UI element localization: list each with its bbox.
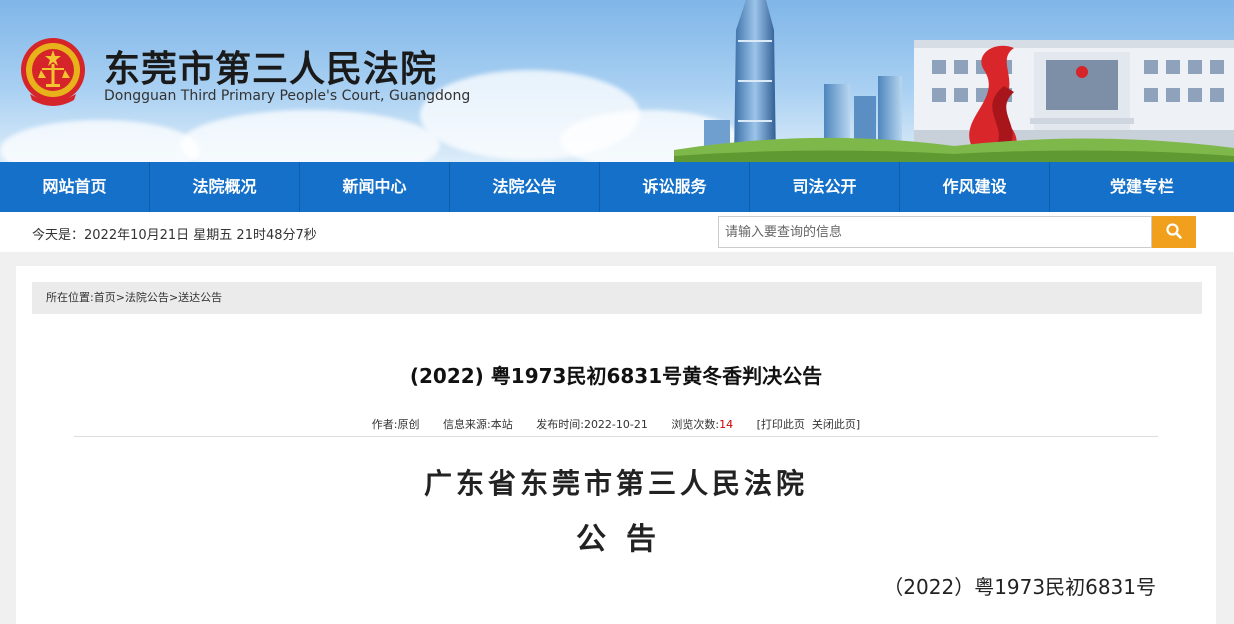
city-skyline-illustration [674, 0, 1234, 162]
meta-views: 浏览次数:14 [671, 418, 733, 431]
close-page-link[interactable]: 关闭此页] [812, 418, 860, 431]
site-title: 东莞市第三人民法院 [104, 48, 438, 90]
cloud-decoration [180, 110, 440, 162]
print-page-link[interactable]: [打印此页 [757, 418, 805, 431]
nav-item-conduct[interactable]: 作风建设 [900, 162, 1050, 212]
meta-source: 信息来源:本站 [443, 418, 513, 431]
nav-item-home[interactable]: 网站首页 [0, 162, 150, 212]
nav-item-news[interactable]: 新闻中心 [300, 162, 450, 212]
article-meta: 作者:原创 信息来源:本站 发布时间:2022-10-21 浏览次数:14 [打… [16, 416, 1216, 432]
notice-heading: 公告 [576, 522, 676, 557]
breadcrumb-separator: > [115, 291, 125, 304]
meta-views-count: 14 [719, 418, 734, 431]
meta-views-label: 浏览次数: [671, 418, 720, 431]
breadcrumb-home[interactable]: 首页 [94, 291, 116, 304]
case-number: （2022）粤1973民初6831号 [883, 575, 1156, 599]
search-button[interactable] [1152, 216, 1196, 248]
nav-item-notices[interactable]: 法院公告 [450, 162, 600, 212]
breadcrumb-service-notices[interactable]: 送达公告 [178, 291, 222, 304]
nav-item-judicial-open[interactable]: 司法公开 [750, 162, 900, 212]
header-banner: 东莞市第三人民法院 Dongguan Third Primary People'… [0, 0, 1234, 162]
breadcrumb-prefix: 所在位置: [46, 291, 94, 304]
meta-actions: [打印此页 关闭此页] [757, 418, 861, 431]
court-emblem-icon [21, 38, 85, 106]
meta-published: 发布时间:2022-10-21 [536, 418, 648, 431]
cloud-decoration [0, 120, 200, 162]
nav-item-litigation[interactable]: 诉讼服务 [600, 162, 750, 212]
nav-item-overview[interactable]: 法院概况 [150, 162, 300, 212]
breadcrumb: 所在位置:首页>法院公告>送达公告 [32, 282, 1202, 314]
search-icon [1166, 222, 1182, 239]
court-name-heading: 广东省东莞市第三人民法院 [423, 467, 808, 500]
breadcrumb-notices[interactable]: 法院公告 [125, 291, 169, 304]
nav-item-party[interactable]: 党建专栏 [1050, 162, 1234, 212]
article-title: (2022) 粤1973民初6831号黄冬香判决公告 [409, 364, 823, 388]
breadcrumb-separator: > [168, 291, 179, 304]
content-panel: 所在位置:首页>法院公告>送达公告 (2022) 粤1973民初6831号黄冬香… [16, 266, 1216, 624]
info-bar: 今天是：2022年10月21日 星期五 21时48分7秒 [0, 212, 1234, 252]
main-nav: 网站首页 法院概况 新闻中心 法院公告 诉讼服务 司法公开 作风建设 党建专栏 [0, 162, 1234, 212]
site-subtitle: Dongguan Third Primary People's Court, G… [104, 88, 471, 104]
search-input[interactable] [718, 216, 1152, 248]
title-divider [74, 436, 1158, 437]
meta-author: 作者:原创 [371, 418, 420, 431]
current-date: 今天是：2022年10月21日 星期五 21时48分7秒 [32, 228, 317, 243]
